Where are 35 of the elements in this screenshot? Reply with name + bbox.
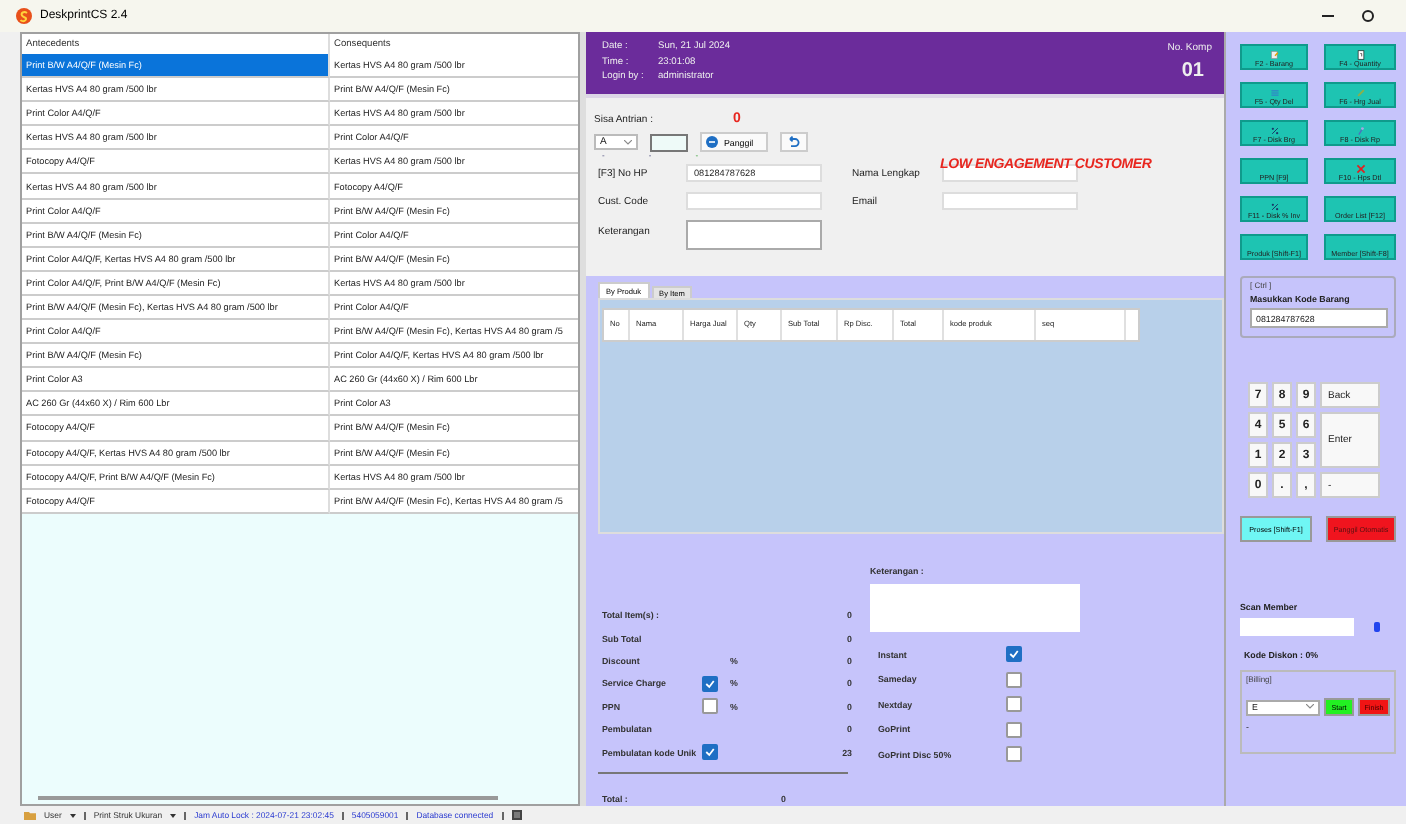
minimize-icon[interactable] [1322,10,1334,22]
checkbox[interactable] [1006,646,1022,662]
checkbox[interactable] [702,744,718,761]
checkbox[interactable] [702,675,718,692]
percent-icon [1269,126,1279,136]
undo-button[interactable] [779,132,808,152]
restore-icon[interactable] [1362,10,1374,22]
checkbox[interactable] [1006,721,1022,738]
checkbox[interactable] [1006,696,1022,713]
caret-icon[interactable] [69,813,76,817]
scrollbar[interactable] [38,796,498,800]
caret-icon[interactable] [170,813,177,817]
close-icon [1355,164,1365,174]
checkbox[interactable] [1006,746,1022,763]
digit-icon [1355,50,1365,60]
note-field[interactable] [686,220,822,250]
caret-icon [624,139,632,145]
scan-icon[interactable] [1374,622,1380,632]
checkbox[interactable] [1006,671,1022,688]
undo-icon [786,136,801,148]
komp-number: 01 [1181,60,1204,82]
app-logo-icon [16,8,32,24]
email-field[interactable] [942,192,1078,210]
member-field[interactable] [1240,618,1354,636]
pen-icon [1355,126,1365,136]
call-icon [706,136,718,148]
code-field[interactable] [686,192,822,210]
list-icon [1269,88,1279,98]
percent-icon [1269,202,1279,212]
folder-icon [24,810,36,820]
checkbox[interactable] [702,698,718,715]
box-icon [1269,50,1279,60]
note-field[interactable] [870,584,1080,632]
queue-number-field[interactable] [650,133,688,151]
caret-icon [1306,704,1314,710]
